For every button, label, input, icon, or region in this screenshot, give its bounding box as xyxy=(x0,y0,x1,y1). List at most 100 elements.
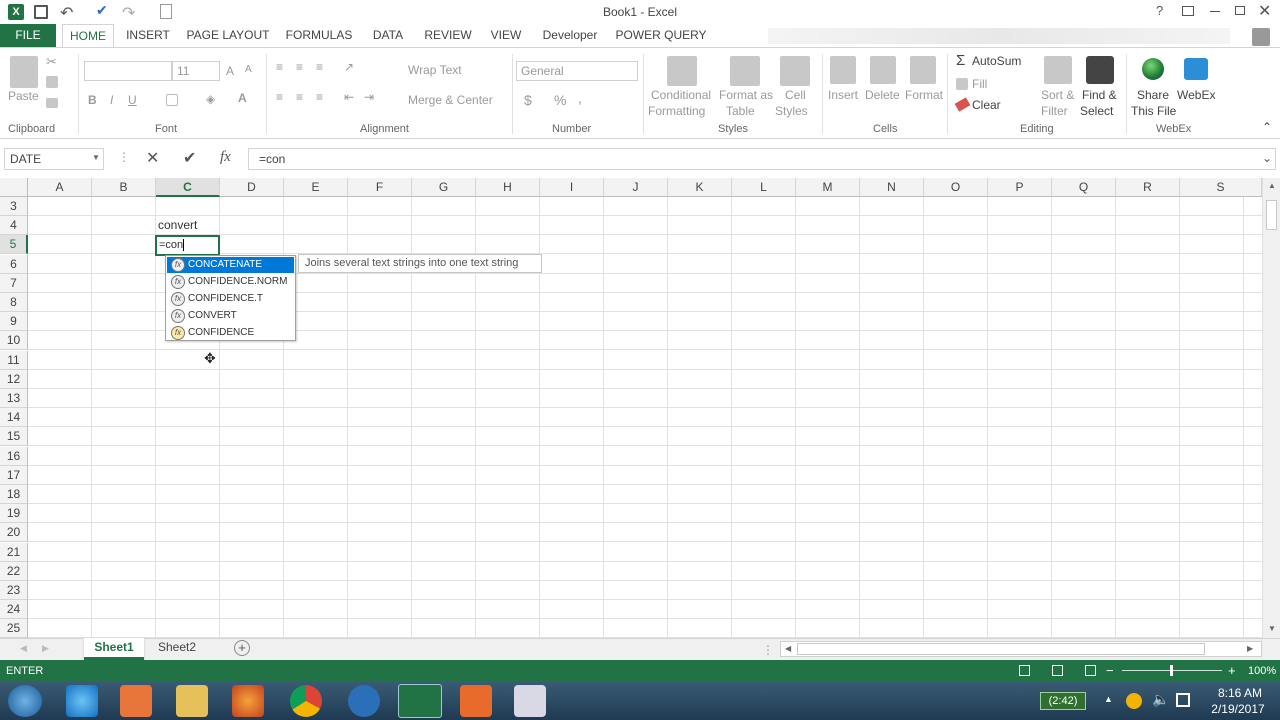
column-header-e[interactable]: E xyxy=(284,178,348,197)
row-header-15[interactable]: 15 xyxy=(0,427,28,447)
autocomplete-item[interactable]: fx CONCATENATE xyxy=(167,257,294,273)
media-player-icon[interactable] xyxy=(120,685,152,717)
row-header-17[interactable]: 17 xyxy=(0,465,28,485)
row-header-16[interactable]: 16 xyxy=(0,446,28,466)
column-header-m[interactable]: M xyxy=(796,178,860,197)
align-center-icon[interactable]: ≡ xyxy=(296,90,303,104)
italic-icon[interactable]: I xyxy=(110,93,113,107)
tab-review[interactable]: REVIEW xyxy=(420,24,476,48)
name-box[interactable]: DATE xyxy=(4,148,104,170)
column-header-q[interactable]: Q xyxy=(1052,178,1116,197)
row-header-12[interactable]: 12 xyxy=(0,369,28,389)
help-button[interactable]: ? xyxy=(1156,3,1163,18)
sheet-tab-sheet2[interactable]: Sheet2 xyxy=(148,639,206,659)
format-painter-icon[interactable] xyxy=(46,98,58,108)
row-header-10[interactable]: 10 xyxy=(0,331,28,351)
merge-center-button[interactable]: Merge & Center xyxy=(408,93,493,107)
confirm-entry-icon[interactable]: ✔ xyxy=(183,148,196,168)
underline-icon[interactable]: U xyxy=(128,93,137,107)
clock-date[interactable]: 2/19/2017 xyxy=(1202,702,1274,716)
webex-button[interactable]: WebEx xyxy=(1177,88,1215,102)
column-header-j[interactable]: J xyxy=(604,178,668,197)
row-header-18[interactable]: 18 xyxy=(0,485,28,504)
find-select-icon[interactable] xyxy=(1086,56,1114,84)
column-header-s[interactable]: S xyxy=(1180,178,1262,197)
scroll-up-icon[interactable]: ▲ xyxy=(1268,181,1276,190)
column-header-h[interactable]: H xyxy=(476,178,540,197)
select-all-corner[interactable] xyxy=(0,178,28,197)
tab-formulas[interactable]: FORMULAS xyxy=(282,24,356,48)
row-header-20[interactable]: 20 xyxy=(0,523,28,543)
scroll-left-icon[interactable]: ◀ xyxy=(785,644,791,653)
tab-data[interactable]: DATA xyxy=(366,24,410,48)
tab-home[interactable]: HOME xyxy=(62,24,114,48)
insert-function-icon[interactable]: fx xyxy=(220,149,231,166)
format-cells-button[interactable]: Format xyxy=(905,88,943,102)
firefox-icon[interactable] xyxy=(232,685,264,717)
column-header-i[interactable]: I xyxy=(540,178,604,197)
borders-icon[interactable] xyxy=(166,94,178,106)
snipping-tool-icon[interactable] xyxy=(460,685,492,717)
align-bottom-icon[interactable]: ≡ xyxy=(316,60,323,74)
row-header-3[interactable]: 3 xyxy=(0,197,28,216)
autocomplete-item[interactable]: fx CONFIDENCE.T xyxy=(167,291,294,307)
wrap-text-button[interactable]: Wrap Text xyxy=(408,63,462,77)
column-header-f[interactable]: F xyxy=(348,178,412,197)
restore-button[interactable] xyxy=(1235,6,1245,15)
cell-styles-icon[interactable] xyxy=(780,56,810,86)
shrink-font-icon[interactable]: A xyxy=(245,64,252,75)
normal-view-icon[interactable] xyxy=(1019,665,1030,676)
font-size-box[interactable]: 11 xyxy=(172,61,220,81)
bold-icon[interactable]: B xyxy=(88,93,97,107)
paste-button[interactable]: Paste xyxy=(8,89,39,103)
sort-filter-icon[interactable] xyxy=(1044,56,1072,84)
worksheet-grid[interactable]: ABCDEFGHIJKLMNOPQRS 3 4 5 6 7 8 9 10 11 12 13 14 15 1… xyxy=(0,178,1262,638)
zoom-slider-thumb[interactable] xyxy=(1170,665,1173,676)
find-select-button-2[interactable]: Select xyxy=(1080,104,1113,118)
sheet-tab-sheet1[interactable]: Sheet1 xyxy=(84,638,144,660)
sort-filter-button-2[interactable]: Filter xyxy=(1041,104,1068,118)
row-header-4[interactable]: 4 xyxy=(0,216,28,236)
font-color-icon[interactable]: A xyxy=(238,91,247,105)
eraser-icon[interactable] xyxy=(954,97,971,112)
column-header-c[interactable]: C xyxy=(156,178,220,197)
conditional-formatting-button-2[interactable]: Formatting xyxy=(648,104,705,118)
scroll-right-icon[interactable]: ▶ xyxy=(1247,644,1253,653)
align-top-icon[interactable]: ≡ xyxy=(276,60,283,74)
format-cells-icon[interactable] xyxy=(910,56,936,84)
expand-formula-bar-icon[interactable]: ⌄ xyxy=(1262,151,1272,165)
zoom-in-icon[interactable]: + xyxy=(1228,663,1236,678)
align-middle-icon[interactable]: ≡ xyxy=(296,60,303,74)
row-header-7[interactable]: 7 xyxy=(0,273,28,293)
file-explorer-icon[interactable] xyxy=(176,685,208,717)
avatar[interactable] xyxy=(1252,28,1270,46)
vertical-scrollbar[interactable]: ▲ ▼ xyxy=(1262,178,1280,638)
tab-insert[interactable]: INSERT xyxy=(120,24,176,48)
row-header-5[interactable]: 5 xyxy=(0,235,28,255)
excel-taskbar-icon[interactable] xyxy=(398,684,442,718)
tray-app-icon[interactable] xyxy=(1126,693,1142,709)
column-header-p[interactable]: P xyxy=(988,178,1052,197)
column-header-n[interactable]: N xyxy=(860,178,924,197)
start-button-icon[interactable] xyxy=(8,685,42,717)
autocomplete-item[interactable]: fx CONFIDENCE.NORM xyxy=(167,274,294,290)
volume-icon[interactable]: 🔈 xyxy=(1152,691,1169,708)
autocomplete-item[interactable]: fx CONVERT xyxy=(167,308,294,324)
paint-icon[interactable] xyxy=(514,685,546,717)
internet-explorer-icon[interactable] xyxy=(66,685,98,717)
name-box-dropdown-icon[interactable]: ▼ xyxy=(92,153,100,162)
share-file-icon[interactable] xyxy=(1142,58,1164,80)
ribbon-display-icon[interactable] xyxy=(1182,6,1194,16)
tab-power-query[interactable]: POWER QUERY xyxy=(614,24,708,48)
conditional-formatting-button[interactable]: Conditional xyxy=(651,88,711,102)
scroll-thumb[interactable] xyxy=(1266,200,1277,230)
zoom-out-icon[interactable]: − xyxy=(1106,663,1114,678)
sheet-prev-icon[interactable]: ◀ xyxy=(20,643,27,654)
page-layout-view-icon[interactable] xyxy=(1052,665,1063,676)
formula-input[interactable]: =con xyxy=(248,148,1276,170)
collapse-ribbon-icon[interactable]: ⌃ xyxy=(1262,120,1272,134)
sheetbar-splitter-icon[interactable]: ⋮ xyxy=(762,643,774,657)
font-name-box[interactable] xyxy=(84,61,172,81)
percent-icon[interactable]: % xyxy=(554,92,566,108)
row-header-22[interactable]: 22 xyxy=(0,561,28,581)
